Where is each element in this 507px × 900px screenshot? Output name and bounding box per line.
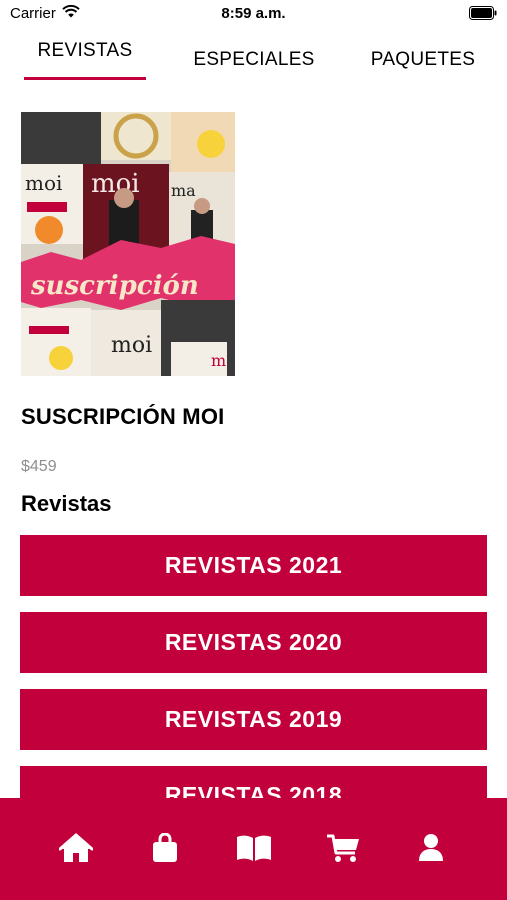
active-tab-indicator xyxy=(24,77,146,80)
user-icon xyxy=(419,834,443,861)
app-screen: Carrier 8:59 a.m. REVISTAS ESPECIALES PA… xyxy=(0,0,507,900)
tab-revistas[interactable]: REVISTAS xyxy=(24,40,146,62)
tab-paquetes[interactable]: PAQUETES xyxy=(356,49,490,71)
tab-especiales[interactable]: ESPECIALES xyxy=(186,49,322,71)
nav-profile[interactable] xyxy=(411,828,451,868)
nav-magazines[interactable] xyxy=(234,828,274,868)
nav-home[interactable] xyxy=(56,828,96,868)
cover-suscripcion-text: suscripción xyxy=(30,271,199,301)
category-tabs: REVISTAS ESPECIALES PAQUETES xyxy=(0,30,507,82)
nav-cart[interactable] xyxy=(323,828,363,868)
bottom-navigation xyxy=(0,798,507,900)
home-icon xyxy=(59,833,93,862)
revistas-2021-button[interactable]: REVISTAS 2021 xyxy=(20,535,487,596)
status-bar: Carrier 8:59 a.m. xyxy=(0,0,507,26)
section-title: Revistas xyxy=(21,491,112,516)
shopping-bag-icon xyxy=(153,833,177,862)
svg-text:moi: moi xyxy=(111,333,152,358)
revistas-2019-button[interactable]: REVISTAS 2019 xyxy=(20,689,487,750)
battery-icon xyxy=(469,6,497,24)
product-price: $459 xyxy=(21,458,57,475)
svg-text:ma: ma xyxy=(171,181,196,200)
svg-text:m: m xyxy=(211,351,226,370)
product-cover-image[interactable]: moi moi ma suscripción moi m xyxy=(21,112,235,376)
product-title: SUSCRIPCIÓN MOI xyxy=(21,404,225,429)
book-open-icon xyxy=(237,835,271,861)
status-time: 8:59 a.m. xyxy=(221,5,286,22)
nav-shop[interactable] xyxy=(145,828,185,868)
cart-icon xyxy=(327,834,359,862)
revistas-2020-button[interactable]: REVISTAS 2020 xyxy=(20,612,487,673)
cover-logo-left: moi xyxy=(25,171,62,195)
